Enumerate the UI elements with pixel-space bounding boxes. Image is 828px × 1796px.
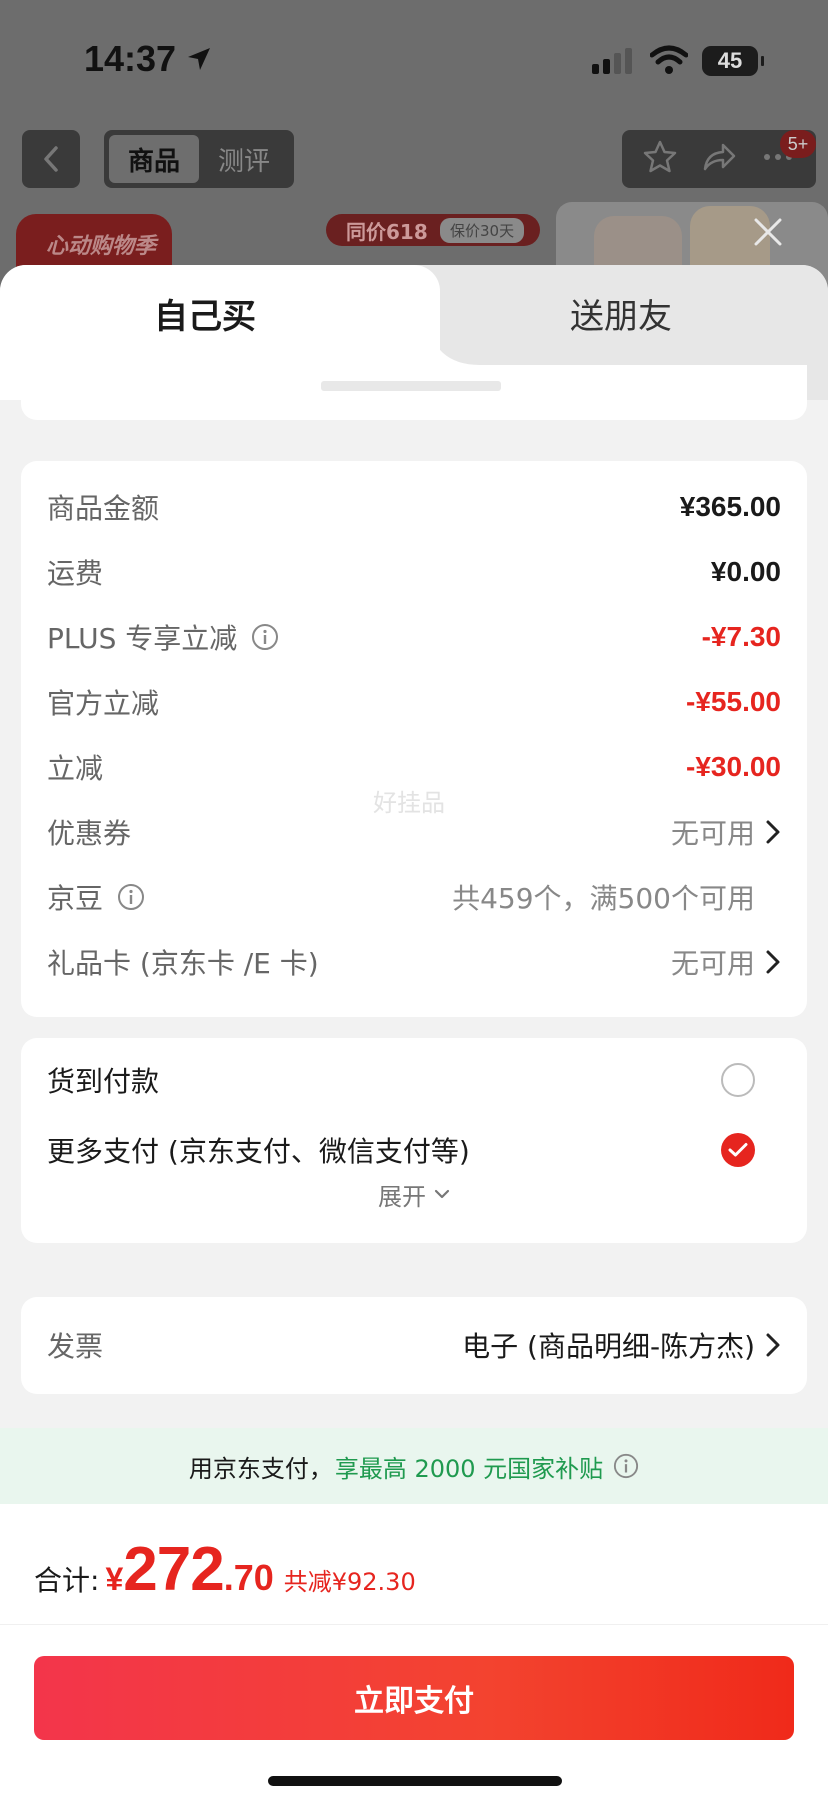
price-tag-main: 同价618: [346, 219, 428, 244]
jingdou-row: 京豆 共459个，满500个可用: [47, 877, 781, 917]
close-icon[interactable]: [752, 216, 784, 252]
coupon-row[interactable]: 优惠券 无可用: [47, 812, 781, 852]
info-icon[interactable]: [251, 623, 279, 651]
battery-icon: 45: [702, 46, 764, 76]
checkout-footer: 合计: ¥ 272 .70 共减¥92.30 立即支付: [0, 1504, 828, 1796]
coupon-value-group: 无可用: [671, 812, 781, 852]
official-discount-row: 官方立减 -¥55.00: [47, 682, 781, 722]
price-guarantee-tag: 同价618 保价30天: [326, 214, 540, 246]
tab-buy-for-self[interactable]: 自己买: [154, 295, 256, 339]
back-button[interactable]: [22, 130, 80, 188]
radio-unchecked[interactable]: [721, 1063, 755, 1097]
fee-breakdown-card: 商品金额 ¥365.00 运费 ¥0.00 PLUS 专享立减 -¥7.30 官…: [21, 461, 807, 1017]
radio-checked[interactable]: [721, 1133, 755, 1167]
payment-option-label: 货到付款: [47, 1065, 160, 1098]
expand-label: 展开: [378, 1182, 426, 1211]
home-indicator: [268, 1776, 562, 1786]
expand-payment-options[interactable]: 展开: [21, 1174, 807, 1214]
location-arrow-icon: [186, 46, 212, 76]
order-sheet: 自己买 送朋友 商品金额 ¥365.00 运费 ¥0.00 PLUS 专享立减 …: [0, 265, 828, 1796]
subsidy-banner[interactable]: 用京东支付， 享最高 2000 元国家补贴: [0, 1428, 828, 1504]
plus-discount-label-group: PLUS 专享立减: [47, 617, 279, 657]
plus-discount-label: PLUS 专享立减: [47, 622, 238, 655]
shipping-row: 运费 ¥0.00: [47, 552, 781, 592]
plus-discount-value: -¥7.30: [701, 621, 781, 652]
message-badge: 5+: [780, 130, 816, 158]
chevron-right-icon: [765, 1332, 781, 1358]
goods-amount-label: 商品金额: [47, 492, 160, 525]
shipping-label: 运费: [47, 557, 104, 590]
total-amount-decimal: .70: [223, 1557, 274, 1598]
star-icon[interactable]: [642, 139, 678, 179]
gift-card-row[interactable]: 礼品卡 (京东卡 /E 卡) 无可用: [47, 942, 781, 982]
chevron-left-icon: [44, 146, 58, 172]
subsidy-highlight: 享最高 2000 元国家补贴: [334, 1454, 604, 1483]
background-product-page: 14:37 45 商品 测评 5+ 心动购物季 同价618 保价30天: [0, 0, 828, 300]
tab-product[interactable]: 商品: [109, 135, 199, 183]
discount-value: -¥30.00: [686, 751, 781, 782]
invoice-card[interactable]: 发票 电子 (商品明细-陈方杰): [21, 1297, 807, 1394]
payment-method-card: 货到付款 更多支付 (京东支付、微信支付等) 展开: [21, 1038, 807, 1243]
chevron-right-icon: [765, 949, 781, 975]
shipping-value: ¥0.00: [710, 556, 781, 587]
checkmark-icon: [728, 1143, 748, 1157]
gift-card-value-group: 无可用: [671, 942, 781, 982]
status-bar: 14:37 45: [0, 0, 828, 120]
total-currency: ¥: [105, 1561, 124, 1597]
jingdou-value: 共459个，满500个可用: [452, 882, 755, 915]
clipped-text: [321, 381, 501, 391]
discount-row: 立减 -¥30.00: [47, 747, 781, 787]
discount-label: 立减: [47, 752, 104, 785]
divider: [0, 1624, 828, 1625]
invoice-value-group: 电子 (商品明细-陈方杰): [462, 1325, 781, 1365]
invoice-row[interactable]: 发票 电子 (商品明细-陈方杰): [47, 1325, 781, 1365]
goods-amount-value: ¥365.00: [679, 491, 781, 522]
tab-gift-to-friend[interactable]: 送朋友: [570, 295, 672, 339]
invoice-value: 电子 (商品明细-陈方杰): [462, 1330, 755, 1363]
product-nav-tabs: 商品 测评: [104, 130, 294, 188]
info-icon[interactable]: [117, 883, 145, 911]
chevron-right-icon: [765, 819, 781, 845]
wifi-icon: [649, 45, 689, 79]
invoice-label: 发票: [47, 1330, 104, 1363]
gift-card-label: 礼品卡 (京东卡 /E 卡): [47, 947, 319, 980]
official-discount-label: 官方立减: [47, 687, 160, 720]
total-savings: 共减¥92.30: [283, 1568, 416, 1596]
goods-amount-row: 商品金额 ¥365.00: [47, 487, 781, 527]
status-time: 14:37: [84, 38, 177, 79]
tab-review[interactable]: 测评: [199, 135, 289, 183]
jingdou-label: 京豆: [47, 882, 104, 915]
official-discount-value: -¥55.00: [686, 686, 781, 717]
pay-now-button[interactable]: 立即支付: [34, 1656, 794, 1740]
total-label: 合计:: [34, 1564, 100, 1597]
coupon-value: 无可用: [670, 817, 755, 850]
coupon-label: 优惠券: [47, 817, 132, 850]
payment-option-more[interactable]: 更多支付 (京东支付、微信支付等): [47, 1130, 781, 1170]
info-icon[interactable]: [613, 1453, 639, 1479]
share-icon[interactable]: [701, 139, 737, 179]
chevron-down-icon: [434, 1189, 450, 1199]
order-total: 合计: ¥ 272 .70 共减¥92.30: [34, 1534, 416, 1610]
payment-option-cod[interactable]: 货到付款: [47, 1060, 781, 1100]
plus-discount-row: PLUS 专享立减 -¥7.30: [47, 617, 781, 657]
cellular-signal-icon: [592, 48, 636, 78]
address-card-remnant: [21, 365, 807, 420]
payment-option-label: 更多支付 (京东支付、微信支付等): [47, 1135, 470, 1168]
jingdou-label-group: 京豆: [47, 877, 145, 917]
price-tag-sub: 保价30天: [440, 217, 525, 243]
gift-card-value: 无可用: [670, 947, 755, 980]
subsidy-prefix: 用京东支付，: [188, 1454, 333, 1483]
total-amount-integer: 272: [123, 1535, 224, 1604]
